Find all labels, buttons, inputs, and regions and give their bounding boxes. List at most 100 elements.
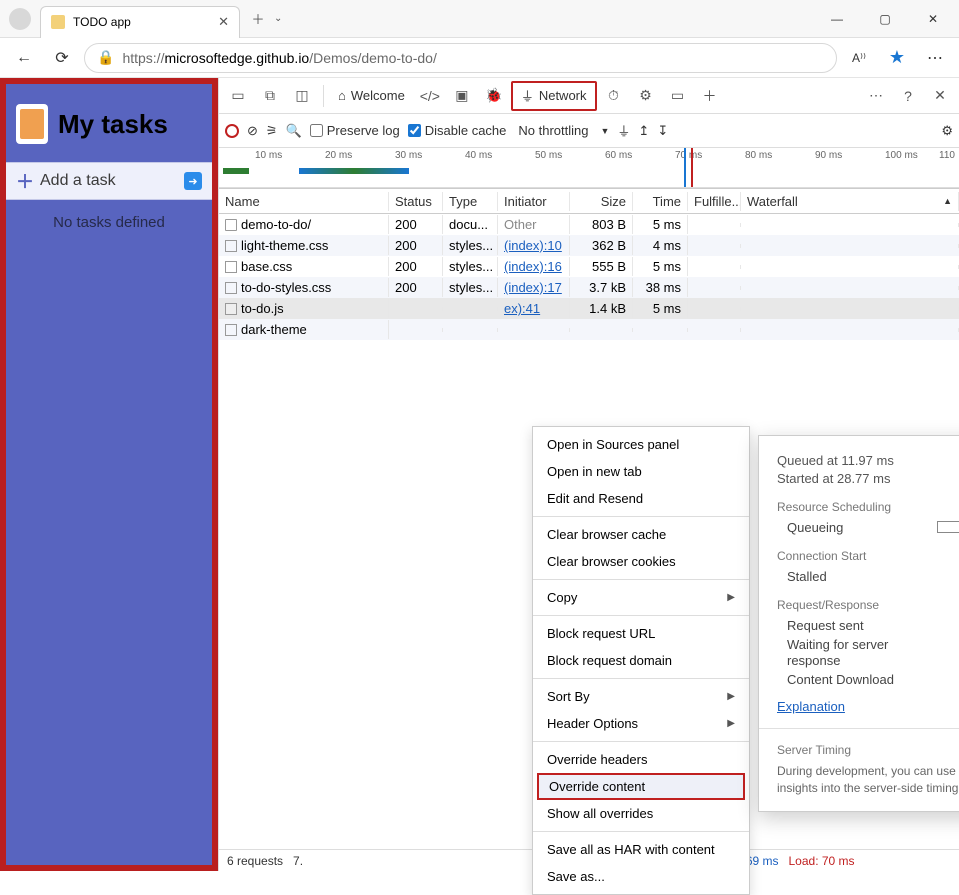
tab-welcome[interactable]: ⌂Welcome [330,81,413,111]
filter-button[interactable]: ⚞ [266,123,278,139]
initiator-link[interactable]: ex):41 [504,301,540,316]
clear-button[interactable]: ⊘ [247,123,258,139]
network-row[interactable]: to-do-styles.css 200 styles... (index):1… [219,277,959,298]
initiator-link[interactable]: (index):16 [504,259,562,274]
more-button[interactable]: ⋯ [919,42,951,74]
mi-override-content[interactable]: Override content [537,773,745,800]
disable-cache-checkbox[interactable]: Disable cache [408,123,507,138]
mi-clear-cookies[interactable]: Clear browser cookies [533,548,749,575]
mi-block-domain[interactable]: Block request domain [533,647,749,674]
lbl-sent: Request sent [777,618,927,633]
memory-icon[interactable]: ⚙ [631,81,661,111]
mi-edit-resend[interactable]: Edit and Resend [533,485,749,512]
mi-header-options[interactable]: Header Options▶ [533,710,749,737]
help-icon[interactable]: ? [893,81,923,111]
col-name[interactable]: Name [219,192,389,211]
submit-arrow-icon[interactable]: ➜ [184,172,202,190]
tick: 10 ms [255,150,282,161]
record-button[interactable] [225,124,239,138]
tab-chevron-icon[interactable]: ⌄ [274,13,282,24]
queued-line: Queued at 11.97 ms [777,453,959,468]
chevron-right-icon: ▶ [727,691,735,702]
network-row[interactable]: light-theme.css 200 styles... (index):10… [219,235,959,256]
chevron-right-icon: ▶ [727,592,735,603]
chevron-right-icon: ▶ [727,718,735,729]
app-title: My tasks [58,109,168,140]
file-icon [225,261,237,273]
col-waterfall[interactable]: Waterfall▲ [741,192,959,211]
timeline-overview[interactable]: 10 ms 20 ms 30 ms 40 ms 50 ms 60 ms 70 m… [219,148,959,188]
browser-tab[interactable]: TODO app ✕ [40,6,240,38]
mi-override-headers[interactable]: Override headers [533,746,749,773]
window-minimize-button[interactable]: — [817,4,857,34]
mi-sort-by[interactable]: Sort By▶ [533,683,749,710]
load-time: Load: 70 ms [789,854,855,868]
devtools-close-button[interactable]: ✕ [925,81,955,111]
favorite-button[interactable]: ★ [881,42,913,74]
throttling-select[interactable]: No throttling [514,121,592,140]
initiator-link[interactable]: (index):10 [504,238,562,253]
explanation-link[interactable]: Explanation [777,699,845,714]
devtools-more-icon[interactable]: ⋯ [861,81,891,111]
address-bar[interactable]: 🔒 https://microsoftedge.github.io/Demos/… [84,43,837,73]
dcl-marker [684,148,686,187]
tick: 90 ms [815,150,842,161]
grid-header[interactable]: Name Status Type Initiator Size Time Ful… [219,188,959,214]
mi-save-as[interactable]: Save as... [533,863,749,890]
read-aloud-button[interactable]: A⁾⁾ [843,42,875,74]
col-time[interactable]: Time [633,192,688,211]
network-row[interactable]: dark-theme [219,319,959,340]
inspect-button[interactable]: ▭ [223,81,253,111]
home-icon: ⌂ [338,88,346,103]
initiator-link[interactable]: (index):17 [504,280,562,295]
network-row[interactable]: to-do.js ex):41 1.4 kB 5 ms [219,298,959,319]
add-task-input[interactable]: ＋ Add a task ➜ [6,162,212,200]
sources-icon[interactable]: 🐞 [479,81,509,111]
back-button[interactable]: ← [8,42,40,74]
wifi-icon: ⏚ [521,86,534,105]
profile-avatar[interactable] [9,8,31,30]
network-toolbar: ⊘ ⚞ 🔍 Preserve log Disable cache No thro… [219,114,959,148]
network-row[interactable]: base.css 200 styles... (index):16 555 B … [219,256,959,277]
device-toggle-button[interactable]: ⧉ [255,81,285,111]
mi-block-url[interactable]: Block request URL [533,620,749,647]
mi-copy[interactable]: Copy▶ [533,584,749,611]
more-tabs-button[interactable]: ＋ [695,81,725,111]
tick: 60 ms [605,150,632,161]
col-status[interactable]: Status [389,192,443,211]
application-icon[interactable]: ▭ [663,81,693,111]
network-row[interactable]: demo-to-do/ 200 docu... Other 803 B 5 ms [219,214,959,235]
dock-button[interactable]: ◫ [287,81,317,111]
tick: 70 ms [675,150,702,161]
export-har-icon[interactable]: ↧ [657,123,668,139]
col-initiator[interactable]: Initiator [498,192,570,211]
search-button[interactable]: 🔍 [286,123,302,139]
throttling-chevron-icon[interactable]: ▼ [600,126,609,136]
mi-save-har[interactable]: Save all as HAR with content [533,836,749,863]
url-text: https://microsoftedge.github.io/Demos/de… [122,50,436,66]
mi-open-new-tab[interactable]: Open in new tab [533,458,749,485]
server-timing-header: Server Timing [777,743,851,757]
col-type[interactable]: Type [443,192,498,211]
mi-open-sources[interactable]: Open in Sources panel [533,431,749,458]
col-size[interactable]: Size [570,192,633,211]
col-fulfilled[interactable]: Fulfille... [688,192,741,211]
mi-show-overrides[interactable]: Show all overrides [533,800,749,827]
console-icon[interactable]: ▣ [447,81,477,111]
mi-clear-cache[interactable]: Clear browser cache [533,521,749,548]
preserve-log-checkbox[interactable]: Preserve log [310,123,400,138]
import-har-icon[interactable]: ↥ [638,123,649,139]
new-tab-button[interactable]: ＋ [244,5,272,33]
window-close-button[interactable]: ✕ [913,4,953,34]
tab-close-icon[interactable]: ✕ [218,14,229,30]
elements-icon[interactable]: </> [415,81,445,111]
performance-icon[interactable]: ⏱ [599,81,629,111]
lbl-queueing: Queueing [777,520,927,535]
sec-request-response: Request/Response [777,598,879,612]
network-settings-icon[interactable]: ⚙ [941,123,953,139]
network-conditions-icon[interactable]: ⏚ [617,121,630,140]
tab-network[interactable]: ⏚Network [511,81,597,111]
window-maximize-button[interactable]: ▢ [865,4,905,34]
refresh-button[interactable]: ⟳ [46,42,78,74]
network-grid: Name Status Type Initiator Size Time Ful… [219,188,959,340]
